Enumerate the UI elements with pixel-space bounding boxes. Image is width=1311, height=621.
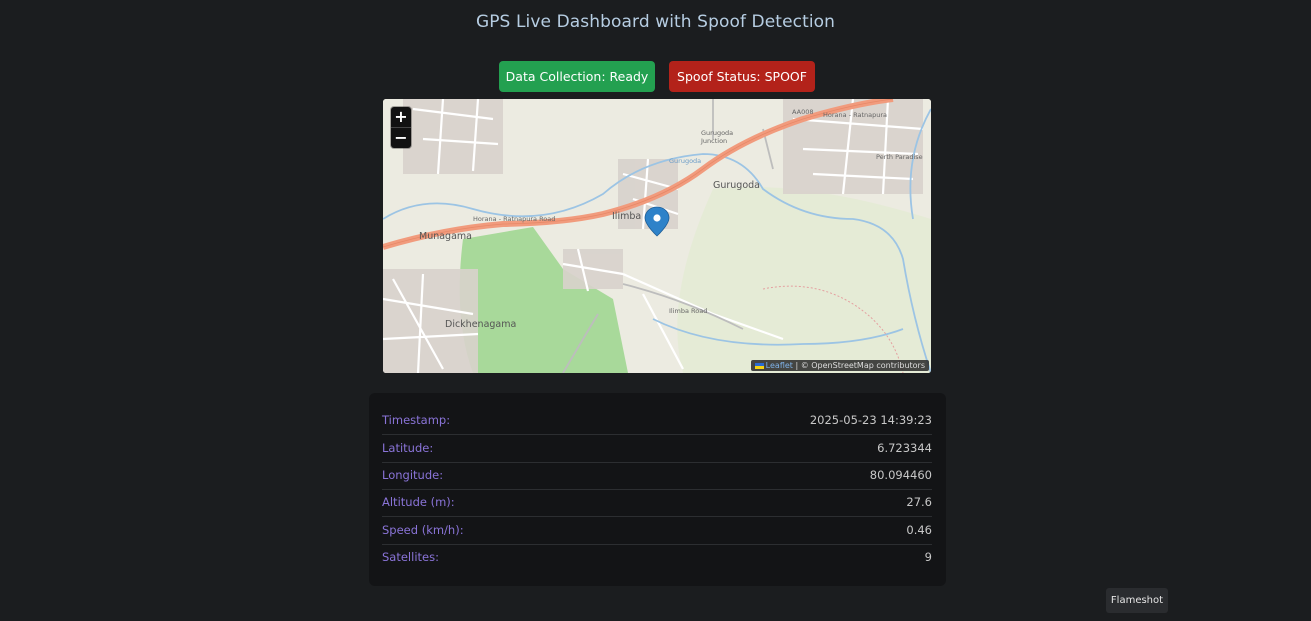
map-attribution: Leaflet | © OpenStreetMap contributors xyxy=(750,360,929,371)
latitude-label: Latitude: xyxy=(382,441,434,455)
map-label-horana-road-west: Horana - Ratnapura Road xyxy=(473,215,556,223)
longitude-value: 80.094460 xyxy=(869,468,932,482)
telemetry-panel: Timestamp: 2025-05-23 14:39:23 Latitude:… xyxy=(369,393,946,586)
telemetry-row-satellites: Satellites: 9 xyxy=(382,544,932,571)
page-title: GPS Live Dashboard with Spoof Detection xyxy=(475,12,836,32)
zoom-out-button[interactable]: − xyxy=(391,127,411,148)
map-label-gurugoda-junction-1: Gurugoda xyxy=(701,129,734,137)
ukraine-flag-icon xyxy=(754,362,764,369)
map-label-gurugoda: Gurugoda xyxy=(713,180,761,191)
zoom-control: + − xyxy=(391,107,411,148)
osm-attribution-text: | © OpenStreetMap contributors xyxy=(795,361,925,370)
map-label-aa008: AA008 xyxy=(792,108,814,116)
map-label-ilimba-road: Ilimba Road xyxy=(669,307,708,315)
speed-value: 0.46 xyxy=(906,523,932,537)
telemetry-row-latitude: Latitude: 6.723344 xyxy=(382,435,932,463)
timestamp-label: Timestamp: xyxy=(382,413,451,427)
satellites-label: Satellites: xyxy=(382,550,439,564)
speed-label: Speed (km/h): xyxy=(382,523,464,537)
telemetry-row-altitude: Altitude (m): 27.6 xyxy=(382,489,932,517)
telemetry-row-longitude: Longitude: 80.094460 xyxy=(382,462,932,490)
timestamp-value: 2025-05-23 14:39:23 xyxy=(809,413,932,427)
map-label-gurugoda-river: Gurugoda xyxy=(669,157,702,165)
data-collection-status-button[interactable]: Data Collection: Ready xyxy=(499,61,655,92)
altitude-value: 27.6 xyxy=(906,495,932,509)
spoof-status-button[interactable]: Spoof Status: SPOOF xyxy=(669,61,815,92)
zoom-in-button[interactable]: + xyxy=(391,107,411,127)
altitude-label: Altitude (m): xyxy=(382,495,455,509)
map-label-perth-paradise: Perth Paradise xyxy=(876,153,923,161)
longitude-label: Longitude: xyxy=(382,468,444,482)
telemetry-row-speed: Speed (km/h): 0.46 xyxy=(382,517,932,545)
telemetry-row-timestamp: Timestamp: 2025-05-23 14:39:23 xyxy=(382,407,932,435)
latitude-value: 6.723344 xyxy=(877,441,932,455)
map-label-gurugoda-junction-2: Junction xyxy=(701,137,728,145)
satellites-value: 9 xyxy=(924,550,932,564)
map-label-munagama: Munagama xyxy=(419,231,472,242)
leaflet-link[interactable]: Leaflet xyxy=(766,361,793,370)
map-view[interactable]: Munagama Ilimba Gurugoda Gurugoda Juncti… xyxy=(383,99,931,373)
map-label-dickhenagama: Dickhenagama xyxy=(445,319,517,330)
flameshot-tooltip: Flameshot xyxy=(1106,588,1168,613)
map-label-ilimba: Ilimba xyxy=(612,211,642,222)
dashboard-page: GPS Live Dashboard with Spoof Detection … xyxy=(0,0,1311,621)
map-label-horana-road-east: Horana - Ratnapura xyxy=(823,111,888,119)
